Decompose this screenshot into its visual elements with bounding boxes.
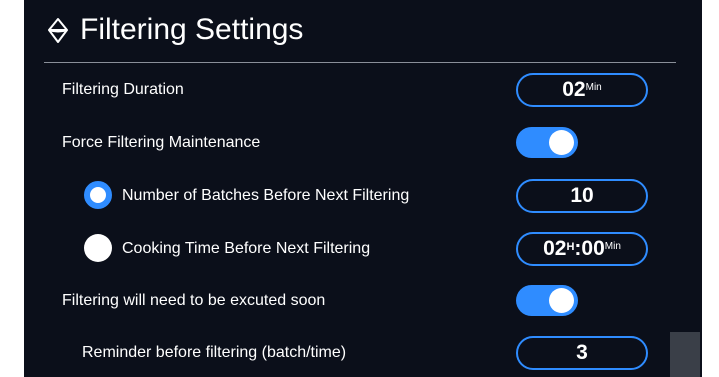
header: Filtering Settings [24, 0, 702, 62]
force-maintenance-label: Force Filtering Maintenance [62, 134, 261, 151]
batches-row: Number of Batches Before Next Filtering … [24, 176, 702, 216]
batches-value: 10 [570, 184, 594, 207]
filtering-duration-input[interactable]: 02Min [516, 73, 648, 107]
cooking-time-minutes-unit: Min [604, 241, 621, 252]
radio-dot [93, 190, 103, 200]
cooking-time-minutes: :00 [574, 237, 605, 260]
force-maintenance-toggle[interactable] [516, 127, 578, 158]
scroll-handle[interactable] [670, 332, 700, 377]
cooking-time-hours: 02 [543, 237, 567, 260]
cooking-time-input[interactable]: 02H:00Min [516, 232, 648, 266]
filtering-duration-label: Filtering Duration [62, 81, 184, 98]
cooking-time-radio[interactable] [84, 234, 112, 262]
batches-input[interactable]: 10 [516, 179, 648, 213]
toggle-knob [549, 288, 574, 313]
reminder-value: 3 [576, 341, 588, 364]
filtering-settings-screen: Filtering Settings Filtering Duration 02… [24, 0, 702, 377]
filtering-duration-unit: Min [585, 82, 602, 93]
reminder-label: Reminder before filtering (batch/time) [82, 344, 347, 361]
toggle-knob [549, 130, 574, 155]
cooking-time-row: Cooking Time Before Next Filtering 02H:0… [24, 229, 702, 269]
batches-radio[interactable] [84, 181, 112, 209]
filtering-duration-value: 02 [562, 78, 586, 101]
page-title: Filtering Settings [80, 13, 304, 46]
batches-label: Number of Batches Before Next Filtering [122, 187, 410, 204]
filtering-duration-row: Filtering Duration 02Min [24, 70, 702, 110]
filter-funnel-icon [46, 17, 70, 45]
force-maintenance-row: Force Filtering Maintenance [24, 123, 702, 163]
filtering-soon-toggle[interactable] [516, 285, 578, 316]
cooking-time-label: Cooking Time Before Next Filtering [122, 240, 371, 257]
reminder-input[interactable]: 3 [516, 336, 648, 370]
reminder-row: Reminder before filtering (batch/time) 3 [24, 333, 702, 373]
divider [44, 62, 676, 63]
filtering-soon-row: Filtering will need to be excuted soon [24, 281, 702, 321]
cooking-time-hours-unit: H [566, 241, 575, 253]
filtering-soon-label: Filtering will need to be excuted soon [62, 292, 326, 309]
